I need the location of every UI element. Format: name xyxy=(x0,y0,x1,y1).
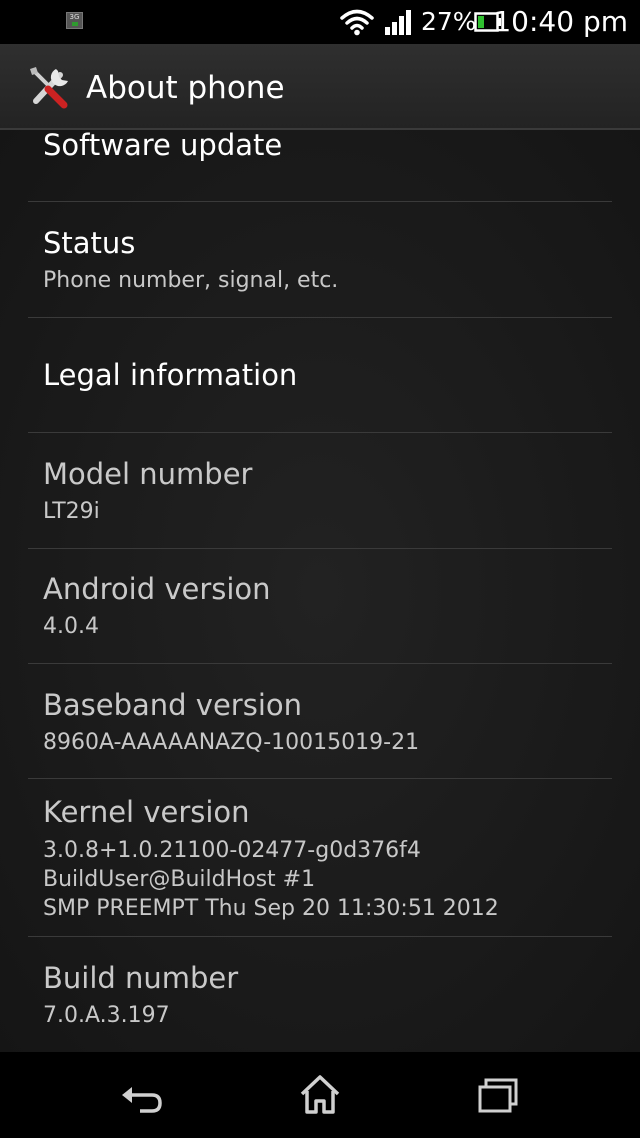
network-type-label: 3G xyxy=(69,13,80,21)
action-bar: About phone xyxy=(0,44,640,130)
list-item-status[interactable]: Status Phone number, signal, etc. xyxy=(28,202,612,318)
list-item-baseband-version: Baseband version 8960A-AAAAANAZQ-1001501… xyxy=(28,664,612,779)
list-item-software-update[interactable]: Software update xyxy=(28,130,612,202)
list-item-subtitle: 3.0.8+1.0.21100-02477-g0d376f4 xyxy=(43,838,421,863)
battery-percent: 27% xyxy=(421,7,477,36)
list-item-title: Kernel version xyxy=(43,795,250,829)
status-bar: 3G 27% 10:40 pm xyxy=(0,0,640,44)
settings-list[interactable]: Software update Status Phone number, sig… xyxy=(0,130,640,1052)
list-item-kernel-version: Kernel version 3.0.8+1.0.21100-02477-g0d… xyxy=(28,779,612,937)
wifi-icon xyxy=(340,9,374,36)
list-item-subtitle: BuildUser@BuildHost #1 xyxy=(43,867,316,892)
list-item-subtitle: 8960A-AAAAANAZQ-10015019-21 xyxy=(43,730,420,755)
list-item-subtitle: 4.0.4 xyxy=(43,614,99,639)
list-item-title: Build number xyxy=(43,961,239,995)
list-item-subtitle: Phone number, signal, etc. xyxy=(43,268,339,293)
list-item-title: Baseband version xyxy=(43,688,303,722)
list-item-subtitle: SMP PREEMPT Thu Sep 20 11:30:51 2012 xyxy=(43,896,499,921)
list-item-title: Model number xyxy=(43,457,253,491)
navigation-bar xyxy=(0,1052,640,1138)
3g-data-icon: 3G xyxy=(66,12,83,29)
list-item-build-number: Build number 7.0.A.3.197 xyxy=(28,937,612,1052)
list-item-title: Software update xyxy=(43,130,283,162)
list-item-legal-information[interactable]: Legal information xyxy=(28,318,612,433)
list-item-model-number: Model number LT29i xyxy=(28,433,612,549)
list-item-subtitle: 7.0.A.3.197 xyxy=(43,1003,170,1028)
signal-strength-icon xyxy=(385,10,411,35)
recent-apps-icon[interactable] xyxy=(474,1072,522,1118)
settings-tools-icon[interactable] xyxy=(26,63,74,111)
list-item-android-version: Android version 4.0.4 xyxy=(28,549,612,664)
page-title: About phone xyxy=(86,70,285,106)
clock: 10:40 pm xyxy=(493,5,628,38)
list-item-title: Android version xyxy=(43,572,271,606)
back-icon[interactable] xyxy=(118,1072,166,1118)
list-item-subtitle: LT29i xyxy=(43,499,100,524)
list-item-title: Status xyxy=(43,226,136,260)
home-icon[interactable] xyxy=(296,1072,344,1118)
list-item-title: Legal information xyxy=(43,358,298,392)
